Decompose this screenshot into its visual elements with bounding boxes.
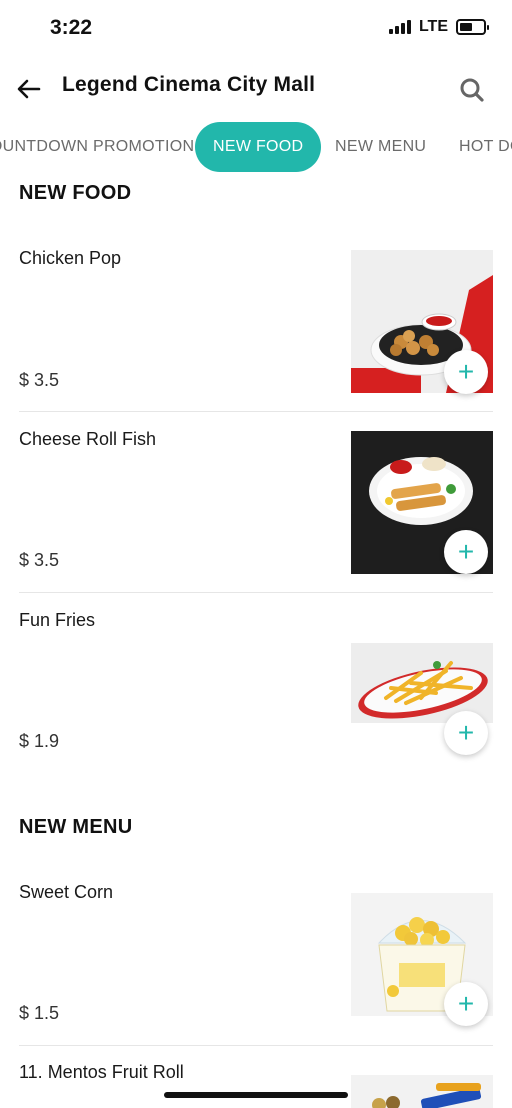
add-to-cart-button[interactable]: + [444, 982, 488, 1026]
page-title: Legend Cinema City Mall [62, 73, 316, 96]
battery-icon [456, 19, 489, 35]
plus-icon: + [457, 536, 475, 567]
signal-icon [388, 20, 411, 34]
tab-countdown-promotion[interactable]: COUNTDOWN PROMOTION [0, 122, 194, 172]
item-name: Fun Fries [19, 610, 96, 630]
divider [19, 1045, 493, 1046]
tab-new-menu[interactable]: NEW MENU [335, 122, 426, 172]
home-indicator [164, 1092, 348, 1098]
item-price: $ 3.5 [19, 370, 60, 390]
category-tabs: COUNTDOWN PROMOTION NEW FOOD NEW MENU HO… [0, 122, 512, 172]
search-icon [460, 78, 484, 102]
back-button[interactable] [14, 74, 44, 104]
item-name: Chicken Pop [19, 248, 122, 268]
tab-hot-dog[interactable]: HOT DOG [459, 122, 512, 172]
status-bar: 3:22 LTE [0, 0, 512, 56]
divider [19, 592, 493, 593]
plus-icon: + [457, 988, 475, 1019]
item-name: 11. Mentos Fruit Roll [19, 1062, 184, 1082]
item-name: Sweet Corn [19, 882, 114, 902]
divider [19, 411, 493, 412]
plus-icon: + [457, 717, 475, 748]
back-arrow-icon [17, 79, 41, 99]
status-time: 3:22 [50, 16, 93, 39]
plus-icon: + [457, 356, 475, 387]
tab-new-food[interactable]: NEW FOOD [195, 122, 322, 172]
header: Legend Cinema City Mall [0, 56, 512, 122]
search-button[interactable] [458, 76, 486, 104]
add-to-cart-button[interactable]: + [444, 530, 488, 574]
item-price: $ 3.5 [19, 550, 60, 570]
item-price: $ 1.9 [19, 731, 60, 751]
status-indicators: LTE [388, 18, 489, 36]
network-label: LTE [418, 18, 448, 35]
food-image [351, 1075, 493, 1108]
item-price: $ 1.5 [19, 1003, 60, 1023]
section-title-new-food: NEW FOOD [19, 182, 132, 204]
add-to-cart-button[interactable]: + [444, 350, 488, 394]
item-name: Cheese Roll Fish [19, 429, 157, 449]
section-title-new-menu: NEW MENU [19, 816, 133, 838]
add-to-cart-button[interactable]: + [444, 711, 488, 755]
